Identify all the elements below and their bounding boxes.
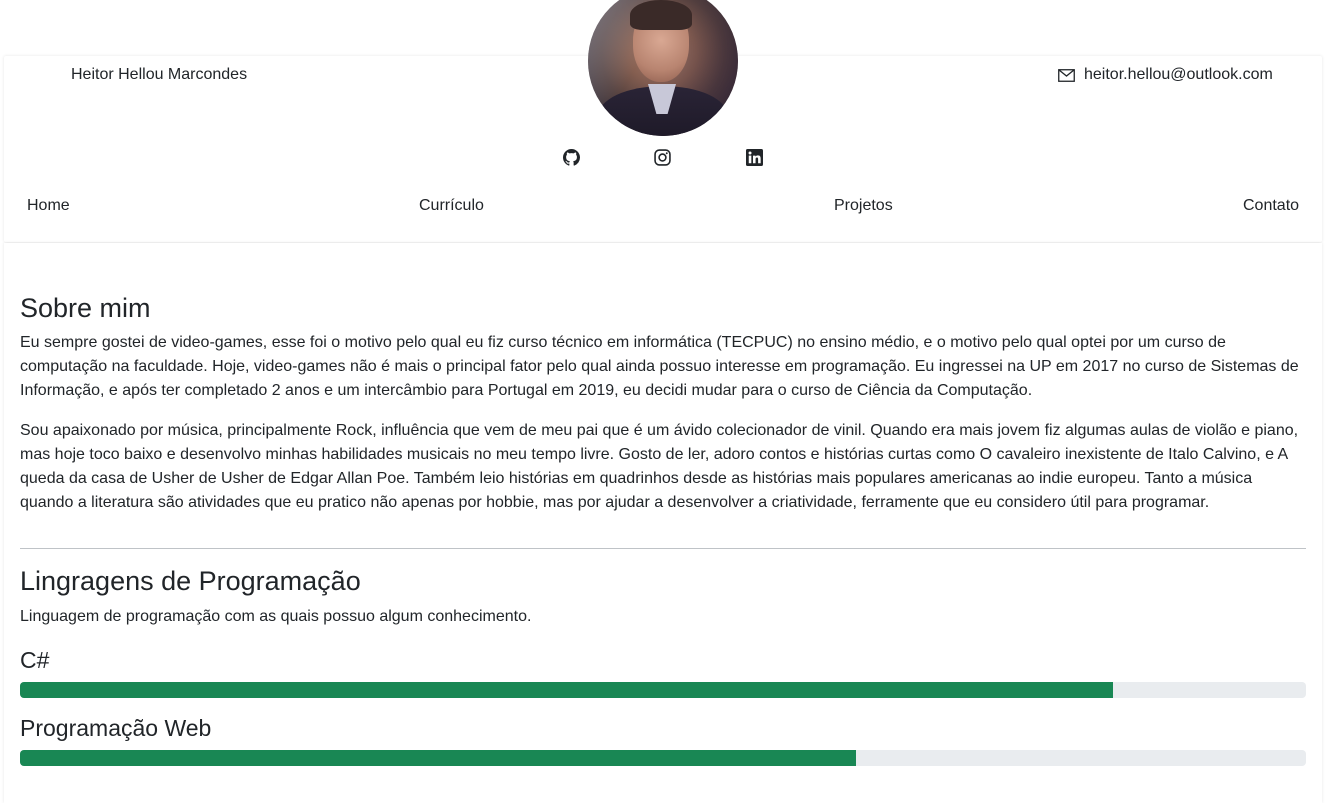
instagram-link[interactable] xyxy=(653,148,671,166)
section-divider xyxy=(20,548,1306,549)
skill-progress-bar xyxy=(20,750,1306,766)
nav-curriculo[interactable]: Currículo xyxy=(419,197,484,215)
nav-home[interactable]: Home xyxy=(27,197,70,215)
email-link[interactable]: heitor.hellou@outlook.com xyxy=(1058,66,1273,84)
skill-progress-fill xyxy=(20,682,1114,698)
linkedin-icon xyxy=(745,148,763,166)
email-text: heitor.hellou@outlook.com xyxy=(1084,66,1273,83)
about-title: Sobre mim xyxy=(20,293,151,323)
owner-name: Heitor Hellou Marcondes xyxy=(71,66,248,83)
languages-description: Linguagem de programação com as quais po… xyxy=(20,608,532,625)
profile-avatar xyxy=(588,0,738,136)
languages-title: Lingragens de Programação xyxy=(20,566,361,596)
about-paragraph-2: Sou apaixonado por música, principalment… xyxy=(20,422,1299,511)
skill-name: Programação Web xyxy=(20,715,212,741)
instagram-icon xyxy=(653,148,671,166)
github-link[interactable] xyxy=(562,148,580,166)
skill-progress-bar xyxy=(20,682,1306,698)
nav-projetos[interactable]: Projetos xyxy=(834,197,893,215)
linkedin-link[interactable] xyxy=(745,148,763,166)
about-paragraph-1: Eu sempre gostei de video-games, esse fo… xyxy=(20,334,1299,399)
skill-name: C# xyxy=(20,647,50,673)
main-content: Sobre mim Eu sempre gostei de video-game… xyxy=(4,243,1322,803)
envelope-icon xyxy=(1058,68,1075,82)
skill-progress-fill xyxy=(20,750,856,766)
github-icon xyxy=(562,148,580,166)
nav-contato[interactable]: Contato xyxy=(1243,197,1299,215)
